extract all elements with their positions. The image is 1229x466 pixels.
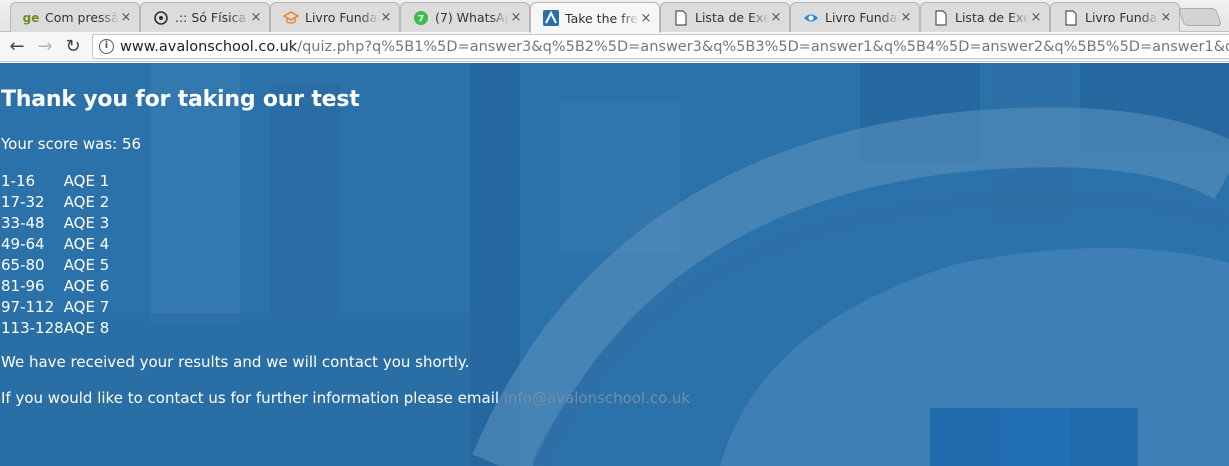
- tab-take-the-free[interactable]: Take the free ×: [530, 2, 660, 33]
- url-path: /quiz.php?q%5B1%5D=answer3&q%5B2%5D=answ…: [297, 38, 1229, 55]
- tab-title: Com pressão: [45, 10, 119, 25]
- close-icon[interactable]: ×: [769, 10, 783, 25]
- back-arrow-icon[interactable]: ←: [6, 36, 28, 58]
- table-row: 65-80 AQE 5: [1, 255, 109, 276]
- graduation-cap-icon: [283, 10, 299, 26]
- aqe-levels-table: 1-16 AQE 1 17-32 AQE 2 33-48 AQE 3 49-64 AQE…: [1, 171, 109, 339]
- aqe-level-cell: AQE 7: [63, 298, 110, 316]
- aqe-level-cell: AQE 2: [63, 193, 110, 211]
- received-message: We have received your results and we wil…: [1, 353, 470, 371]
- close-icon[interactable]: ×: [249, 10, 263, 25]
- sofisica-favicon-icon: [153, 10, 169, 26]
- browser-toolbar: ← → ↻ i www.avalonschool.co.uk/quiz.php?…: [0, 32, 1229, 62]
- close-icon[interactable]: ×: [639, 11, 653, 26]
- tab-livro-fundamentos-2[interactable]: Livro Fundamentos ×: [790, 2, 920, 32]
- score-range-cell: 49-64: [1, 235, 45, 253]
- score-range-cell: 33-48: [1, 214, 45, 232]
- tab-livro-fundamentos-3[interactable]: Livro Fundamentos ×: [1050, 2, 1180, 32]
- close-icon[interactable]: ×: [899, 10, 913, 25]
- score-range-cell: 97-112: [1, 298, 55, 316]
- email-link[interactable]: info@avalonschool.co.uk: [504, 389, 690, 407]
- close-icon[interactable]: ×: [1029, 10, 1043, 25]
- svg-text:7: 7: [418, 14, 424, 24]
- new-tab-button[interactable]: [1177, 8, 1223, 26]
- page-title: Thank you for taking our test: [1, 87, 360, 112]
- url-host: www.avalonschool.co.uk: [120, 38, 298, 55]
- score-range-cell: 1-16: [1, 172, 36, 190]
- document-icon: [673, 9, 689, 26]
- tab-title: Lista de Exercícios: [695, 10, 769, 25]
- tab-title: Take the free: [565, 10, 639, 26]
- tab-so-fisica[interactable]: .:: Só Física ::. ×: [140, 2, 270, 32]
- tab-title: .:: Só Física ::.: [175, 10, 249, 25]
- close-icon[interactable]: ×: [509, 10, 523, 25]
- score-range-cell: 65-80: [1, 256, 45, 274]
- document-icon: [933, 9, 949, 26]
- tab-strip: ge Com pressão × .:: Só Física ::. × Liv…: [0, 0, 1229, 33]
- table-row: 113-128 AQE 8: [1, 318, 109, 339]
- tab-lista-de-exercicios-2[interactable]: Lista de Exercícios ×: [920, 2, 1050, 32]
- info-icon[interactable]: i: [99, 39, 114, 54]
- aqe-level-cell: AQE 3: [63, 214, 110, 232]
- score-range-cell: 81-96: [1, 277, 45, 295]
- close-icon[interactable]: ×: [379, 10, 393, 25]
- aqe-level-cell: AQE 6: [63, 277, 110, 295]
- table-row: 33-48 AQE 3: [1, 213, 109, 234]
- table-row: 49-64 AQE 4: [1, 234, 109, 255]
- eye-icon: [803, 10, 819, 26]
- table-row: 81-96 AQE 6: [1, 276, 109, 297]
- tab-title: Livro Fundamentos: [305, 10, 379, 25]
- score-range-cell: 17-32: [1, 193, 45, 211]
- aqe-level-cell: AQE 1: [63, 172, 110, 190]
- aqe-level-cell: AQE 5: [63, 256, 110, 274]
- contact-message: If you would like to contact us for furt…: [1, 389, 690, 407]
- tab-com-pressao[interactable]: ge Com pressão ×: [10, 2, 140, 32]
- tab-title: (7) WhatsApp: [435, 10, 509, 25]
- close-icon[interactable]: ×: [1159, 10, 1173, 25]
- forward-arrow-icon[interactable]: →: [34, 36, 56, 58]
- avalon-favicon-icon: [543, 10, 559, 26]
- contact-text: If you would like to contact us for furt…: [1, 389, 504, 407]
- address-bar[interactable]: i www.avalonschool.co.uk/quiz.php?q%5B1%…: [92, 34, 1229, 59]
- table-row: 97-112 AQE 7: [1, 297, 109, 318]
- table-row: 17-32 AQE 2: [1, 192, 109, 213]
- tab-lista-de-exercicios[interactable]: Lista de Exercícios ×: [660, 2, 790, 32]
- tab-title: Lista de Exercícios: [955, 10, 1029, 25]
- score-range-cell: 113-128: [1, 319, 64, 337]
- table-row: 1-16 AQE 1: [1, 171, 109, 192]
- close-icon[interactable]: ×: [119, 10, 133, 25]
- tab-whatsapp[interactable]: 7 (7) WhatsApp ×: [400, 2, 530, 32]
- tab-title: Livro Fundamentos: [825, 10, 899, 25]
- reload-icon[interactable]: ↻: [62, 36, 84, 58]
- whatsapp-icon: 7: [413, 10, 429, 26]
- page-viewport: Thank you for taking our test Your score…: [0, 63, 1229, 466]
- tab-livro-fundamentos[interactable]: Livro Fundamentos ×: [270, 2, 400, 32]
- aqe-level-cell: AQE 8: [63, 319, 110, 337]
- score-text: Your score was: 56: [1, 135, 142, 153]
- document-icon: [1063, 9, 1079, 26]
- aqe-level-cell: AQE 4: [63, 235, 110, 253]
- tab-title: Livro Fundamentos: [1085, 10, 1159, 25]
- ge-favicon-icon: ge: [22, 10, 40, 25]
